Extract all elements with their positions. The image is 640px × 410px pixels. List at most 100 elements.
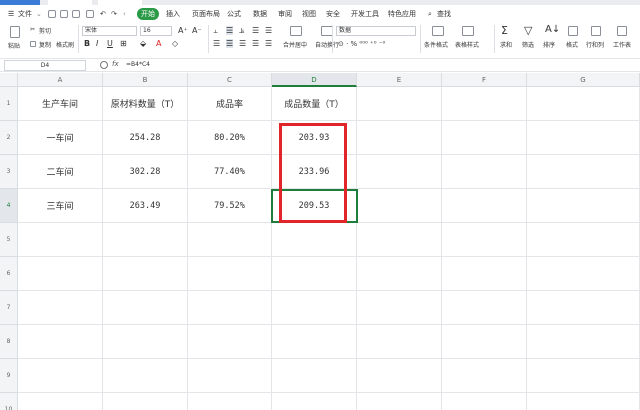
search-icon[interactable]: ⌕ xyxy=(428,7,432,21)
cell-a4[interactable]: 三车间 xyxy=(18,189,103,223)
table-style-button[interactable]: 表格样式 xyxy=(455,40,479,49)
cell-empty[interactable] xyxy=(18,257,103,291)
cell-empty[interactable] xyxy=(272,257,357,291)
cell-empty[interactable] xyxy=(442,257,527,291)
cell-e1[interactable] xyxy=(357,87,442,121)
cell-c4[interactable]: 79.52% xyxy=(188,189,272,223)
cut-icon[interactable]: ✂ xyxy=(30,26,35,33)
cell-empty[interactable] xyxy=(357,359,442,393)
cell-empty[interactable] xyxy=(357,393,442,410)
cell-empty[interactable] xyxy=(188,359,272,393)
copy-button[interactable]: 复制 xyxy=(39,40,51,49)
fill-color-icon[interactable]: ⬙ xyxy=(140,39,146,48)
cell-f3[interactable] xyxy=(442,155,527,189)
cell-a2[interactable]: 一车间 xyxy=(18,121,103,155)
select-all-corner[interactable] xyxy=(0,73,18,87)
cell-empty[interactable] xyxy=(442,291,527,325)
cell-empty[interactable] xyxy=(18,325,103,359)
cell-f1[interactable] xyxy=(442,87,527,121)
tab-formulas[interactable]: 公式 xyxy=(227,7,241,21)
row-header-7[interactable]: 7 xyxy=(0,291,18,325)
tab-special[interactable]: 特色应用 xyxy=(388,7,416,21)
tab-developer[interactable]: 开发工具 xyxy=(351,7,379,21)
cell-empty[interactable] xyxy=(188,393,272,410)
conditional-format-icon[interactable] xyxy=(432,26,444,36)
save-icon[interactable] xyxy=(48,10,56,18)
name-box[interactable]: D4 xyxy=(4,60,86,71)
formula-input[interactable]: =B4*C4 xyxy=(126,61,150,68)
cell-empty[interactable] xyxy=(18,393,103,410)
cell-c3[interactable]: 77.40% xyxy=(188,155,272,189)
row-header-9[interactable]: 9 xyxy=(0,359,18,393)
cell-empty[interactable] xyxy=(527,223,640,257)
column-header-b[interactable]: B xyxy=(103,73,188,87)
outdent-icon[interactable]: ☰ xyxy=(265,26,272,35)
row-header-3[interactable]: 3 xyxy=(0,155,18,189)
row-header-8[interactable]: 8 xyxy=(0,325,18,359)
cell-empty[interactable] xyxy=(527,393,640,410)
bold-icon[interactable]: B xyxy=(84,39,90,48)
cell-d1[interactable]: 成品数量（T） xyxy=(272,87,357,121)
open-icon[interactable] xyxy=(60,10,68,18)
column-header-e[interactable]: E xyxy=(357,73,442,87)
distribute-icon[interactable]: ☰ xyxy=(265,39,272,48)
column-header-g[interactable]: G xyxy=(527,73,640,87)
cell-empty[interactable] xyxy=(272,291,357,325)
menu-file[interactable]: 文件 xyxy=(18,7,32,21)
align-middle-icon[interactable]: ☰ xyxy=(226,26,234,35)
cell-empty[interactable] xyxy=(188,223,272,257)
cell-empty[interactable] xyxy=(442,359,527,393)
number-format-select[interactable]: 数据 xyxy=(336,26,416,36)
column-header-a[interactable]: A xyxy=(18,73,103,87)
doc-tab-1[interactable] xyxy=(48,0,92,5)
currency-icon[interactable]: ⊙ · % ⁰⁰⁰ ⁺⁰ ⁻⁰ xyxy=(338,40,385,48)
tab-review[interactable]: 审阅 xyxy=(278,7,292,21)
cell-empty[interactable] xyxy=(103,393,188,410)
filter-button[interactable]: 筛选 xyxy=(522,40,534,49)
doc-tab-2[interactable] xyxy=(98,0,142,5)
row-col-button[interactable]: 行和列 xyxy=(586,40,604,49)
tab-view[interactable]: 视图 xyxy=(302,7,316,21)
worksheet-button[interactable]: 工作表 xyxy=(613,40,631,49)
align-left-icon[interactable]: ☰ xyxy=(213,39,220,48)
sum-button[interactable]: 求和 xyxy=(500,40,512,49)
sort-icon[interactable]: A↓ xyxy=(545,24,560,35)
cell-empty[interactable] xyxy=(272,359,357,393)
font-size-select[interactable]: 16 xyxy=(140,26,172,36)
cell-empty[interactable] xyxy=(527,291,640,325)
cell-empty[interactable] xyxy=(103,291,188,325)
cell-empty[interactable] xyxy=(272,223,357,257)
format-icon[interactable] xyxy=(568,26,578,36)
cell-empty[interactable] xyxy=(103,257,188,291)
preview-icon[interactable] xyxy=(86,10,94,18)
cell-empty[interactable] xyxy=(357,325,442,359)
undo-icon[interactable]: ↶ xyxy=(100,7,106,21)
align-bottom-icon[interactable]: ⫡ xyxy=(239,26,244,36)
align-top-icon[interactable]: ⫠ xyxy=(213,26,218,36)
tab-data[interactable]: 数据 xyxy=(253,7,267,21)
increase-font-icon[interactable]: A⁺ xyxy=(178,26,188,35)
paste-button[interactable]: 粘贴 xyxy=(8,41,20,50)
format-painter-button[interactable]: 格式刷 xyxy=(56,40,74,49)
cell-empty[interactable] xyxy=(527,325,640,359)
italic-icon[interactable]: I xyxy=(96,39,98,48)
cell-empty[interactable] xyxy=(272,325,357,359)
cell-b2[interactable]: 254.28 xyxy=(103,121,188,155)
merge-button[interactable]: 合并居中 xyxy=(283,40,307,49)
copy-icon[interactable] xyxy=(30,41,36,47)
tab-security[interactable]: 安全 xyxy=(326,7,340,21)
cell-empty[interactable] xyxy=(272,393,357,410)
table-style-icon[interactable] xyxy=(462,26,474,36)
cell-a1[interactable]: 生产车间 xyxy=(18,87,103,121)
merge-icon[interactable] xyxy=(290,26,302,36)
search-button[interactable]: 查找 xyxy=(437,7,451,21)
cell-empty[interactable] xyxy=(18,223,103,257)
cell-empty[interactable] xyxy=(357,257,442,291)
cell-empty[interactable] xyxy=(18,359,103,393)
decrease-font-icon[interactable]: A⁻ xyxy=(192,26,202,35)
align-center-icon[interactable]: ☰ xyxy=(226,39,234,48)
tab-home[interactable]: 开始 xyxy=(137,8,159,20)
cell-empty[interactable] xyxy=(442,223,527,257)
cell-b4[interactable]: 263.49 xyxy=(103,189,188,223)
cell-empty[interactable] xyxy=(188,325,272,359)
